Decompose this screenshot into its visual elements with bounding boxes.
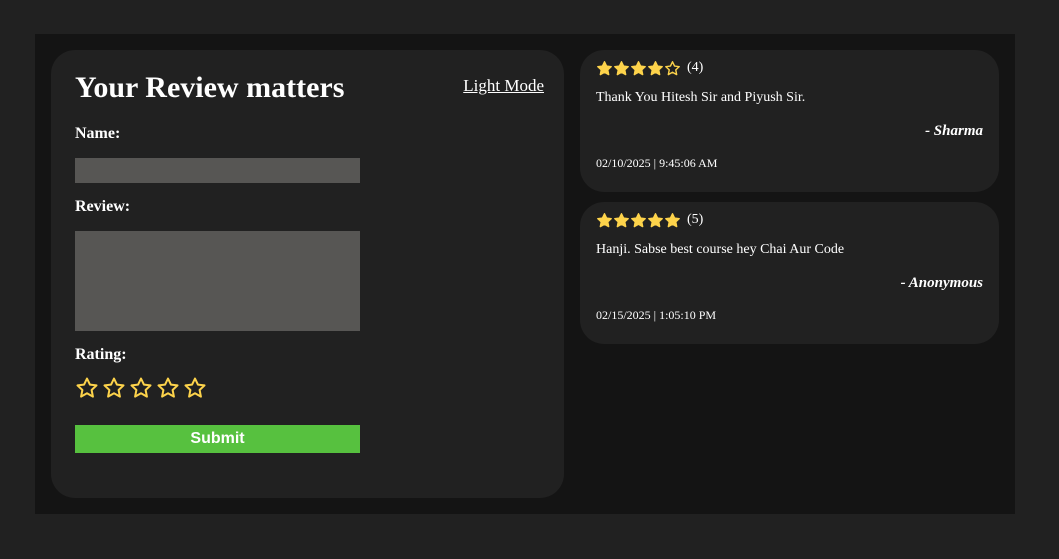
- star-outline-icon[interactable]: [156, 376, 180, 400]
- star-filled-icon: [648, 212, 663, 228]
- star-filled-icon: [631, 60, 646, 76]
- review-rating: (5): [596, 211, 703, 229]
- star-filled-icon: [597, 60, 612, 76]
- star-outline-icon[interactable]: [75, 376, 99, 400]
- rating-count: (5): [687, 212, 704, 227]
- review-form-card: Your Review matters Light Mode Name: Rev…: [51, 50, 564, 498]
- review-stars: [596, 211, 681, 229]
- star-outline-icon: [665, 60, 680, 76]
- rating-count: (4): [687, 60, 704, 75]
- star-outline-icon[interactable]: [183, 376, 207, 400]
- review-rating: (4): [596, 59, 703, 77]
- review-text: Thank You Hitesh Sir and Piyush Sir.: [596, 90, 806, 105]
- review-author: - Anonymous: [900, 275, 983, 291]
- page-title: Your Review matters: [75, 71, 345, 104]
- star-filled-icon: [597, 212, 612, 228]
- submit-button[interactable]: Submit: [75, 425, 360, 453]
- review-date: 02/10/2025 | 9:45:06 AM: [596, 156, 718, 170]
- star-outline-icon[interactable]: [129, 376, 153, 400]
- rating-star-input: [75, 376, 207, 400]
- review-card: (5) Hanji. Sabse best course hey Chai Au…: [580, 202, 999, 344]
- name-label: Name:: [75, 125, 121, 142]
- star-filled-icon: [614, 212, 629, 228]
- star-filled-icon: [648, 60, 663, 76]
- review-text: Hanji. Sabse best course hey Chai Aur Co…: [596, 242, 845, 257]
- review-card: (4) Thank You Hitesh Sir and Piyush Sir.…: [580, 50, 999, 192]
- review-textarea[interactable]: [75, 231, 360, 331]
- star-filled-icon: [614, 60, 629, 76]
- review-stars: [596, 59, 681, 77]
- review-author: - Sharma: [925, 123, 983, 139]
- star-filled-icon: [665, 212, 680, 228]
- star-outline-icon[interactable]: [102, 376, 126, 400]
- name-input[interactable]: [75, 158, 360, 183]
- star-filled-icon: [631, 212, 646, 228]
- review-date: 02/15/2025 | 1:05:10 PM: [596, 308, 717, 322]
- rating-label: Rating:: [75, 346, 127, 363]
- app-container: Your Review matters Light Mode Name: Rev…: [35, 34, 1015, 514]
- light-mode-toggle[interactable]: Light Mode: [463, 76, 544, 96]
- review-label: Review:: [75, 198, 131, 215]
